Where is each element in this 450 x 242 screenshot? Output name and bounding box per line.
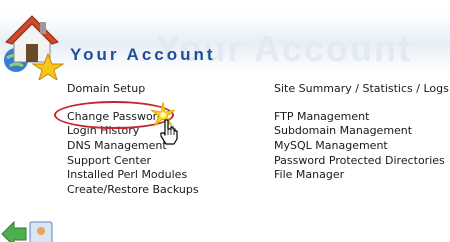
mysql-management-link[interactable]: MySQL Management [274, 139, 388, 152]
bottom-section-icon [1, 220, 53, 242]
page-title: Your Account [70, 45, 216, 64]
support-center-link[interactable]: Support Center [67, 154, 151, 167]
cursor-icon [160, 119, 178, 145]
domain-setup-link[interactable]: Domain Setup [67, 82, 145, 95]
site-summary-link[interactable]: Site Summary / Statistics / Logs [274, 82, 449, 95]
ftp-management-link[interactable]: FTP Management [274, 110, 369, 123]
subdomain-management-link[interactable]: Subdomain Management [274, 124, 412, 137]
house-icon [4, 15, 65, 80]
installed-perl-modules-link[interactable]: Installed Perl Modules [67, 168, 187, 181]
create-restore-backups-link[interactable]: Create/Restore Backups [67, 183, 199, 196]
dns-management-link[interactable]: DNS Management [67, 139, 167, 152]
password-protected-directories-link[interactable]: Password Protected Directories [274, 154, 445, 167]
file-manager-link[interactable]: File Manager [274, 168, 344, 181]
